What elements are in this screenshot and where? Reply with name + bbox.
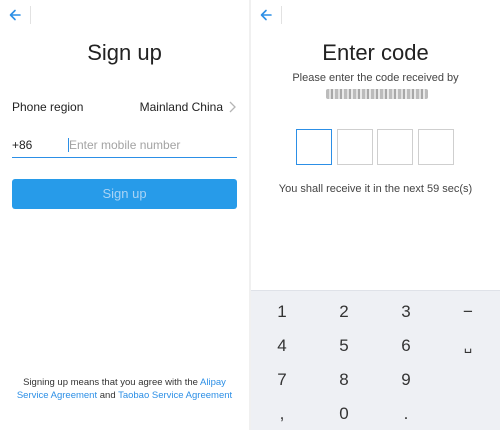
chevron-right-icon <box>227 100 237 114</box>
key-5[interactable]: 5 <box>313 329 375 363</box>
key-8[interactable]: 8 <box>313 363 375 397</box>
key-period[interactable]: . <box>375 397 437 430</box>
numeric-keypad: 1 2 3 − 4 5 6 ␣ 7 8 9 , 0 . <box>251 290 500 430</box>
key-3[interactable]: 3 <box>375 295 437 329</box>
phone-region-selector[interactable]: Phone region Mainland China <box>12 98 237 118</box>
top-bar-divider <box>30 6 31 24</box>
country-code[interactable]: +86 <box>12 138 32 152</box>
key-9[interactable]: 9 <box>375 363 437 397</box>
phone-region-label: Phone region <box>12 100 84 114</box>
agreement-notice: Signing up means that you agree with the… <box>12 376 237 402</box>
key-1[interactable]: 1 <box>251 295 313 329</box>
code-digit-4[interactable] <box>418 129 454 165</box>
key-space[interactable]: ␣ <box>437 329 499 363</box>
code-digit-3[interactable] <box>377 129 413 165</box>
mobile-number-input[interactable] <box>69 136 239 154</box>
code-instruction: Please enter the code received by <box>292 72 459 84</box>
verification-screen: Enter code Please enter the code receive… <box>251 0 500 430</box>
key-6[interactable]: 6 <box>375 329 437 363</box>
key-blank-2[interactable] <box>437 397 499 430</box>
page-title: Sign up <box>87 40 162 65</box>
key-4[interactable]: 4 <box>251 329 313 363</box>
page-title: Enter code <box>322 40 429 65</box>
agreement-and: and <box>99 390 116 401</box>
phone-region-value: Mainland China <box>139 100 223 114</box>
key-minus[interactable]: − <box>437 295 499 329</box>
key-blank[interactable] <box>437 363 499 397</box>
top-bar-divider <box>281 6 282 24</box>
taobao-agreement-link[interactable]: Taobao Service Agreement <box>118 390 232 401</box>
resend-timer: You shall receive it in the next 59 sec(… <box>278 183 473 195</box>
agreement-text: Signing up means that you agree with the <box>23 377 198 388</box>
top-bar <box>0 0 249 30</box>
back-arrow-icon[interactable] <box>257 5 277 25</box>
code-digit-2[interactable] <box>337 129 373 165</box>
key-comma[interactable]: , <box>251 397 313 430</box>
key-0[interactable]: 0 <box>313 397 375 430</box>
masked-phone-number <box>326 89 428 99</box>
signup-button[interactable]: Sign up <box>12 179 237 209</box>
key-7[interactable]: 7 <box>251 363 313 397</box>
top-bar <box>251 0 500 30</box>
back-arrow-icon[interactable] <box>6 5 26 25</box>
phone-number-row: +86 <box>12 134 239 158</box>
key-2[interactable]: 2 <box>313 295 375 329</box>
signup-screen: Sign up Phone region Mainland China +86 … <box>0 0 249 430</box>
code-digit-1[interactable] <box>296 129 332 165</box>
